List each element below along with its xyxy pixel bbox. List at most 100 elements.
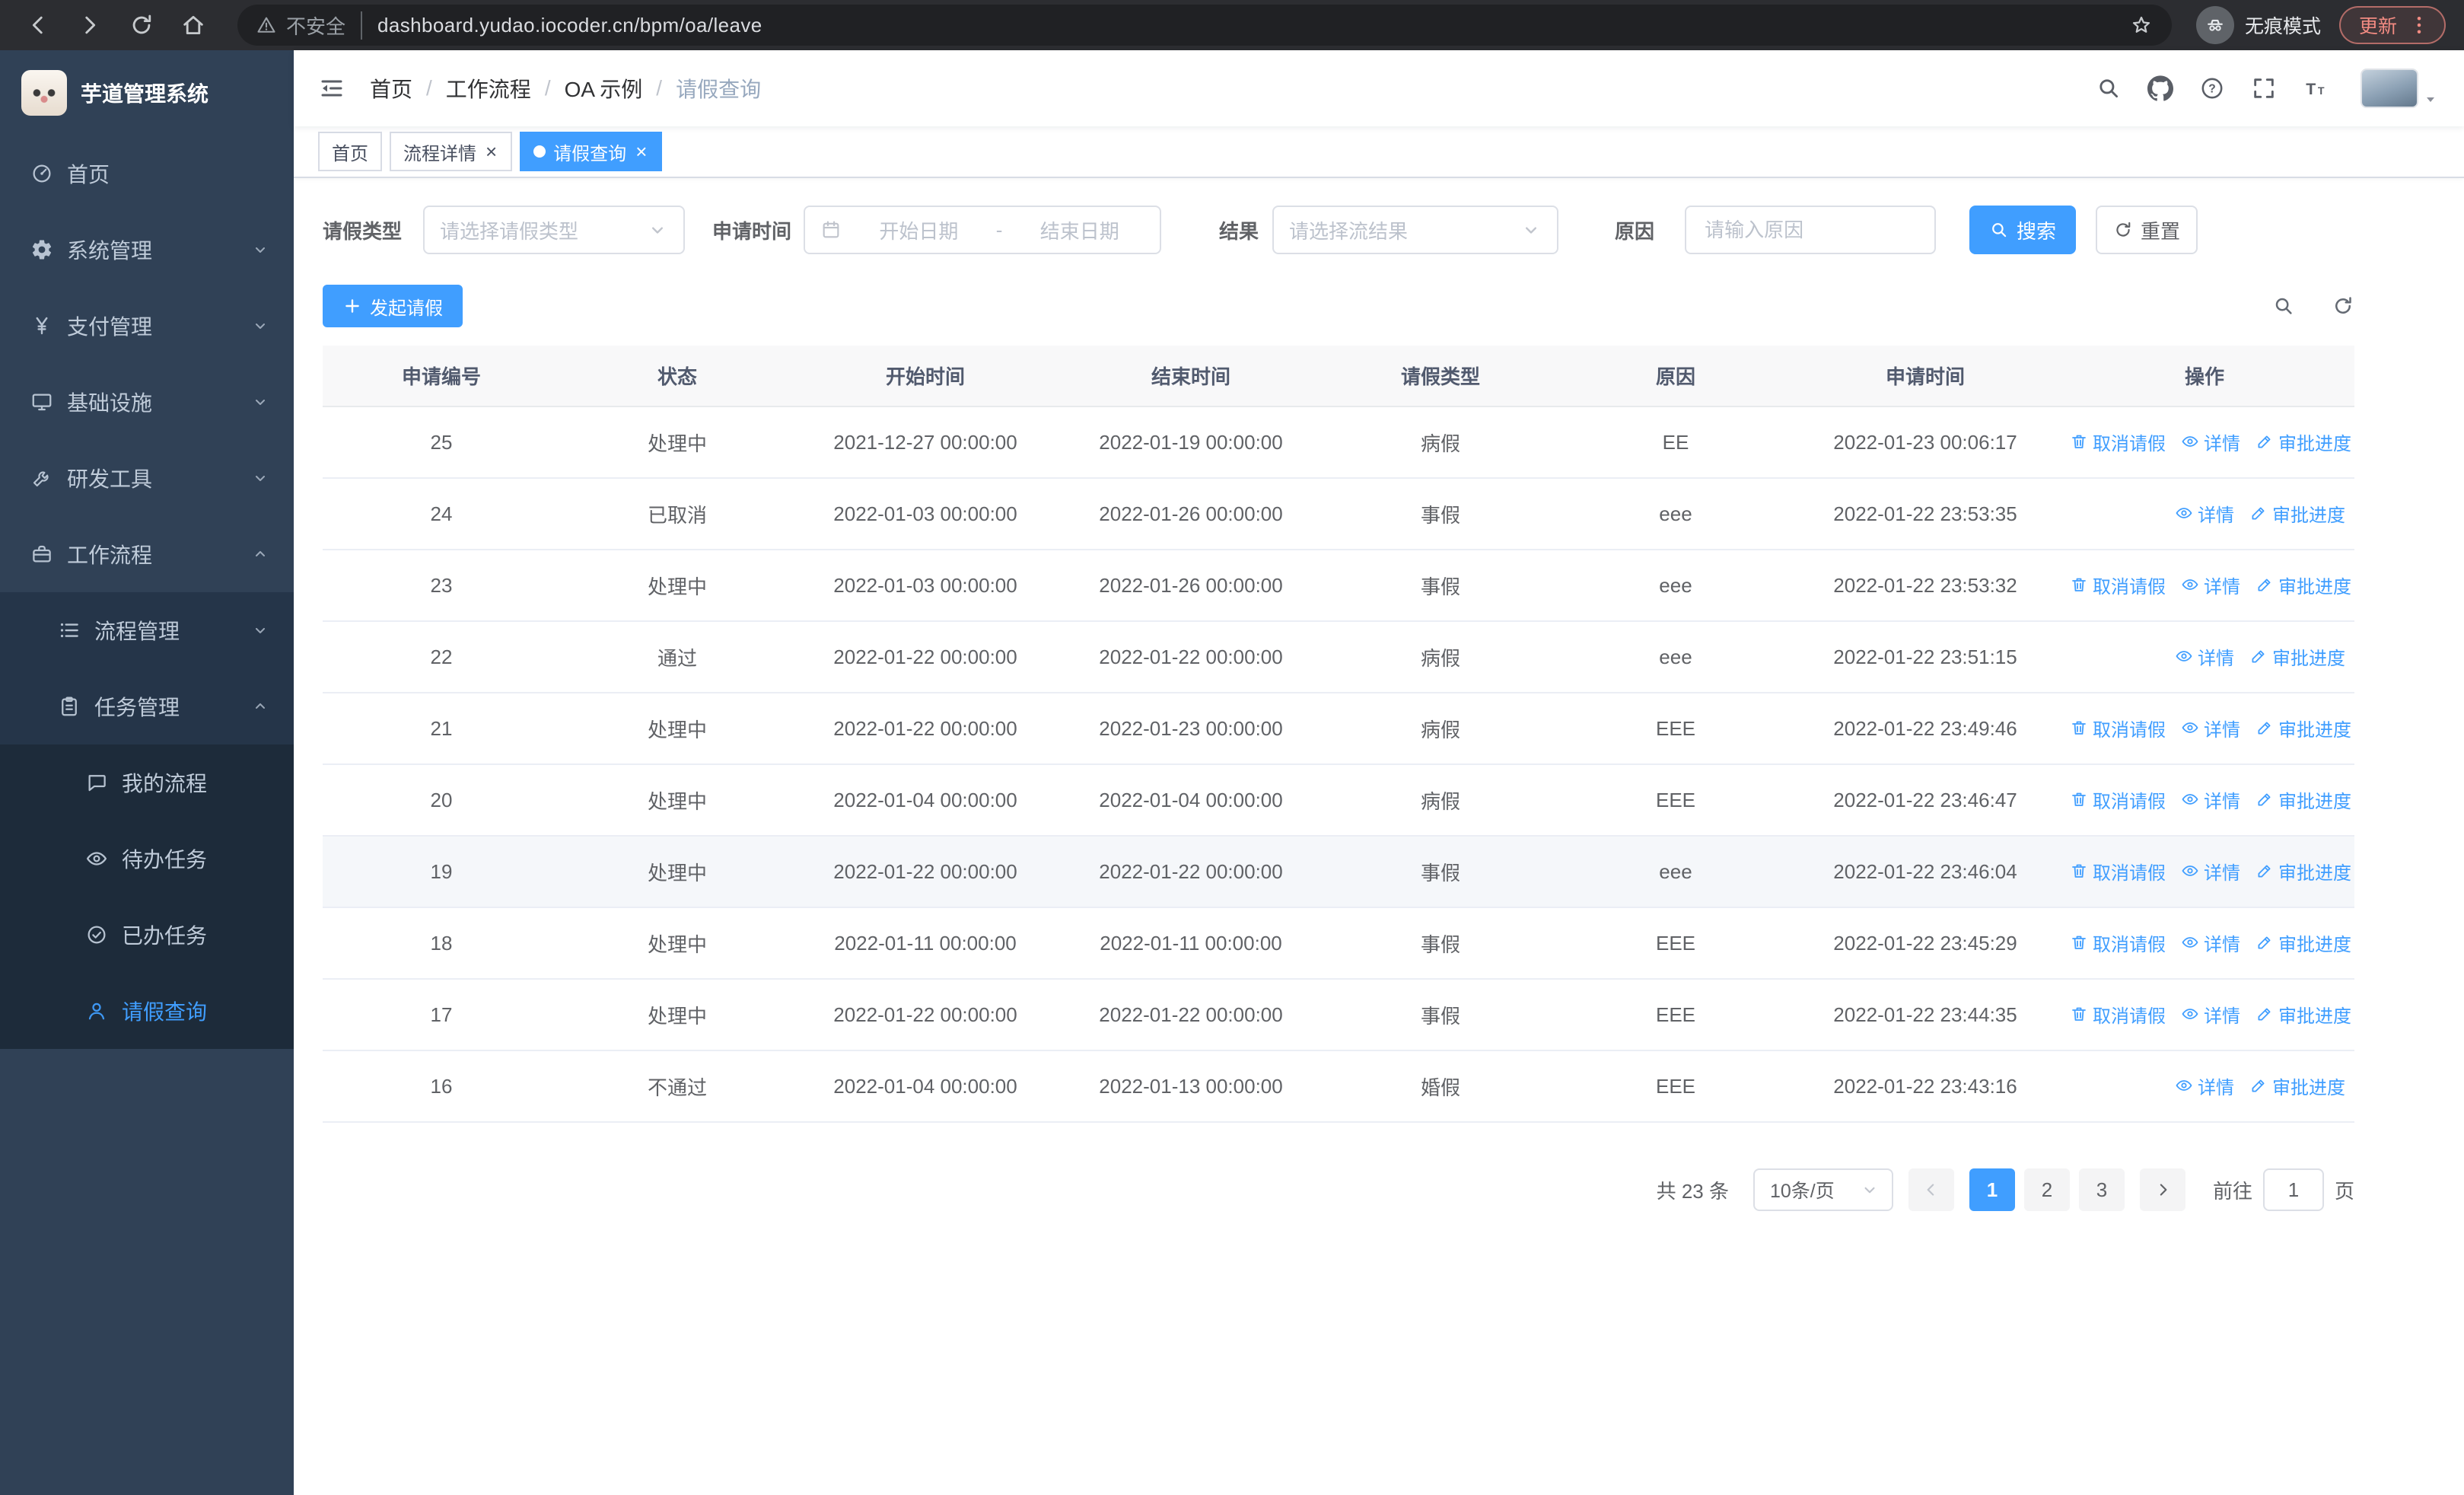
- goto-page-input[interactable]: [2262, 1168, 2324, 1211]
- sidebar-item-leave-query[interactable]: 请假查询: [0, 973, 294, 1049]
- leave-table: 申请编号 状态 开始时间 结束时间 请假类型 原因 申请时间 操作 25 处理中 2021-12-…: [323, 346, 2354, 1123]
- detail-link[interactable]: 详情: [2181, 929, 2240, 956]
- progress-link[interactable]: 审批进度: [2255, 429, 2351, 455]
- address-bar[interactable]: 不安全 dashboard.yudao.iocoder.cn/bpm/oa/le…: [237, 5, 2172, 46]
- cell-actions: 取消请假 详情 审批进度: [2055, 836, 2354, 908]
- progress-link[interactable]: 审批进度: [2249, 1073, 2345, 1099]
- cell-actions: 取消请假 详情 审批进度: [2055, 693, 2354, 765]
- page-button-2[interactable]: 2: [2023, 1168, 2070, 1211]
- edit-icon: [2249, 1076, 2268, 1095]
- cell-end: 2022-01-11 00:00:00: [1056, 907, 1326, 980]
- sidebar-item-devtools[interactable]: 研发工具: [0, 440, 294, 516]
- close-icon[interactable]: ×: [484, 142, 498, 161]
- progress-link[interactable]: 审批进度: [2255, 858, 2351, 885]
- search-button[interactable]: 搜索: [1969, 206, 2077, 254]
- browser-back-button[interactable]: [18, 5, 58, 45]
- cancel-link[interactable]: 取消请假: [2070, 1001, 2166, 1028]
- page-size-select[interactable]: 10条/页: [1752, 1168, 1893, 1211]
- detail-link[interactable]: 详情: [2181, 858, 2240, 885]
- browser-forward-button[interactable]: [70, 5, 110, 45]
- table-refresh-icon[interactable]: [2332, 295, 2354, 317]
- prev-page-button[interactable]: [1908, 1168, 1954, 1211]
- user-menu[interactable]: [2361, 69, 2440, 108]
- cancel-link[interactable]: 取消请假: [2070, 429, 2166, 455]
- cancel-link[interactable]: 取消请假: [2070, 858, 2166, 885]
- browser-home-button[interactable]: [173, 5, 213, 45]
- sidebar-item-label: 首页: [67, 163, 110, 186]
- cancel-link[interactable]: 取消请假: [2070, 715, 2166, 741]
- sidebar-toggle-button[interactable]: [318, 75, 345, 102]
- apply-time-range-picker[interactable]: 开始日期 - 结束日期: [804, 206, 1162, 254]
- sidebar-item-home[interactable]: 首页: [0, 135, 294, 212]
- help-button[interactable]: [2199, 75, 2225, 101]
- cancel-link[interactable]: 取消请假: [2070, 786, 2166, 813]
- breadcrumb-item[interactable]: 首页: [370, 73, 412, 104]
- progress-link[interactable]: 审批进度: [2255, 572, 2351, 598]
- sidebar-item-payment[interactable]: 支付管理: [0, 288, 294, 364]
- font-size-button[interactable]: [2303, 75, 2329, 101]
- detail-link[interactable]: 详情: [2181, 715, 2240, 741]
- fullscreen-button[interactable]: [2251, 75, 2277, 101]
- tab-请假查询[interactable]: 请假查询 ×: [520, 132, 663, 171]
- close-icon[interactable]: ×: [634, 142, 648, 161]
- breadcrumb-item[interactable]: OA 示例: [565, 73, 643, 104]
- avatar: [2361, 69, 2418, 108]
- update-label: 更新: [2358, 16, 2397, 37]
- cell-actions: 详情 审批进度: [2055, 478, 2354, 550]
- menu-dots-icon[interactable]: [2408, 14, 2431, 37]
- browser-update-button[interactable]: 更新: [2338, 6, 2446, 44]
- reload-icon: [129, 12, 154, 38]
- table-search-icon[interactable]: [2272, 295, 2295, 317]
- leave-type-select[interactable]: 请选择请假类型: [423, 206, 686, 254]
- sidebar-item-done-tasks[interactable]: 已办任务: [0, 897, 294, 973]
- result-select[interactable]: 请选择流结果: [1272, 206, 1559, 254]
- github-button[interactable]: [2147, 75, 2173, 101]
- detail-link[interactable]: 详情: [2181, 429, 2240, 455]
- breadcrumb-item[interactable]: 工作流程: [446, 73, 531, 104]
- detail-link[interactable]: 详情: [2175, 1073, 2234, 1099]
- progress-link[interactable]: 审批进度: [2249, 500, 2345, 527]
- reason-input[interactable]: [1685, 206, 1937, 254]
- leave-type-placeholder: 请选择请假类型: [440, 219, 579, 243]
- tab-首页[interactable]: 首页: [318, 132, 382, 171]
- header-search-button[interactable]: [2096, 75, 2122, 101]
- browser-reload-button[interactable]: [122, 5, 161, 45]
- detail-link[interactable]: 详情: [2175, 643, 2234, 670]
- page-button-3[interactable]: 3: [2078, 1168, 2125, 1211]
- logo[interactable]: 芋道管理系统: [0, 50, 294, 135]
- detail-link[interactable]: 详情: [2181, 572, 2240, 598]
- tab-流程详情[interactable]: 流程详情 ×: [390, 132, 513, 171]
- progress-link[interactable]: 审批进度: [2255, 1001, 2351, 1028]
- reset-button[interactable]: 重置: [2096, 206, 2198, 254]
- page-button-1[interactable]: 1: [1969, 1168, 2015, 1211]
- cell-applied: 2022-01-22 23:46:04: [1796, 836, 2055, 908]
- cell-start: 2022-01-22 00:00:00: [794, 836, 1056, 908]
- next-page-button[interactable]: [2139, 1168, 2185, 1211]
- detail-link[interactable]: 详情: [2181, 786, 2240, 813]
- cell-end: 2022-01-04 00:00:00: [1056, 764, 1326, 837]
- sidebar-item-todo-tasks[interactable]: 待办任务: [0, 821, 294, 897]
- sidebar-item-my-process[interactable]: 我的流程: [0, 744, 294, 821]
- sidebar-item-process-mgmt[interactable]: 流程管理: [0, 592, 294, 668]
- sidebar-item-task-mgmt[interactable]: 任务管理: [0, 668, 294, 744]
- security-chip[interactable]: 不安全: [256, 11, 363, 40]
- cancel-link[interactable]: 取消请假: [2070, 929, 2166, 956]
- detail-link-label: 详情: [2198, 1077, 2234, 1098]
- search-button-label: 搜索: [2017, 219, 2057, 243]
- plus-icon: [342, 296, 362, 316]
- progress-link[interactable]: 审批进度: [2255, 715, 2351, 741]
- eye-icon: [2181, 1005, 2199, 1023]
- cell-actions: 取消请假 详情 审批进度: [2055, 907, 2354, 980]
- sidebar-item-infra[interactable]: 基础设施: [0, 364, 294, 440]
- progress-link[interactable]: 审批进度: [2255, 929, 2351, 956]
- bookmark-star-button[interactable]: [2129, 13, 2154, 37]
- detail-link[interactable]: 详情: [2175, 500, 2234, 527]
- cancel-link[interactable]: 取消请假: [2070, 572, 2166, 598]
- progress-link[interactable]: 审批进度: [2255, 786, 2351, 813]
- progress-link[interactable]: 审批进度: [2249, 643, 2345, 670]
- sidebar-item-workflow[interactable]: 工作流程: [0, 516, 294, 592]
- create-leave-button[interactable]: 发起请假: [323, 285, 463, 327]
- github-icon: [2147, 75, 2173, 101]
- detail-link[interactable]: 详情: [2181, 1001, 2240, 1028]
- sidebar-item-system[interactable]: 系统管理: [0, 212, 294, 288]
